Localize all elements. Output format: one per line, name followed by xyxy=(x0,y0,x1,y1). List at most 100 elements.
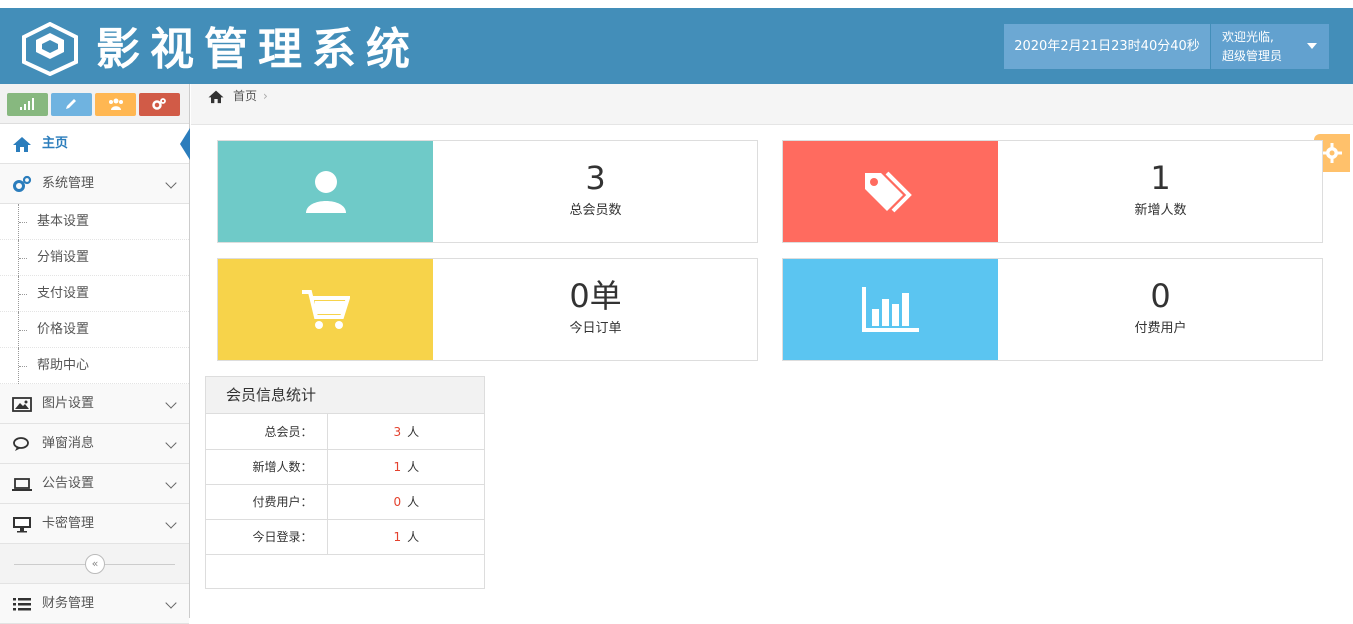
breadcrumb-separator: › xyxy=(263,89,268,103)
cart-icon xyxy=(301,289,350,329)
username: 超级管理员 xyxy=(1222,49,1283,63)
shortcut-users-button[interactable] xyxy=(95,93,136,116)
row-unit: 人 xyxy=(407,424,420,439)
nav-system[interactable]: 系统管理 xyxy=(0,164,189,204)
cogs-icon xyxy=(152,98,166,110)
row-key: 新增人数： xyxy=(206,449,328,485)
shortcut-signal-button[interactable] xyxy=(7,93,48,116)
signal-icon xyxy=(20,98,34,110)
sub-item-help[interactable]: 帮助中心 xyxy=(0,348,189,384)
nav-popup[interactable]: 弹窗消息 xyxy=(0,424,189,464)
collapse-sidebar-button[interactable]: « xyxy=(85,554,105,574)
table-row: 今日登录： 1人 xyxy=(206,519,484,555)
stat-card-new: 1 新增人数 xyxy=(782,140,1323,243)
nav-finance[interactable]: 财务管理 xyxy=(0,584,189,624)
nav-finance-label: 财务管理 xyxy=(42,596,95,611)
row-value: 1 xyxy=(393,530,402,544)
desktop-icon xyxy=(13,517,31,533)
row-value-cell: 0人 xyxy=(327,484,484,520)
row-value: 1 xyxy=(393,460,402,474)
shortcut-bar xyxy=(0,84,189,124)
chevron-down-icon xyxy=(165,177,177,189)
stat-card-orders: 0单 今日订单 xyxy=(217,258,758,361)
panel-title: 会员信息统计 xyxy=(206,377,484,414)
user-menu[interactable]: 欢迎光临, 超级管理员 xyxy=(1211,24,1329,69)
stat-value: 0 xyxy=(1150,277,1171,315)
chevron-down-icon xyxy=(165,477,177,489)
stat-card-paid: 0 付费用户 xyxy=(782,258,1323,361)
comments-icon xyxy=(13,437,29,451)
datetime-display: 2020年2月21日23时40分40秒 xyxy=(1004,24,1210,69)
sub-item-price[interactable]: 价格设置 xyxy=(0,312,189,348)
shortcut-cogs-button[interactable] xyxy=(139,93,180,116)
stats-table: 总会员： 3人 新增人数： 1人 付费用户： 0人 今日登录： 1人 xyxy=(206,414,484,555)
sub-item-payment[interactable]: 支付设置 xyxy=(0,276,189,312)
table-row: 新增人数： 1人 xyxy=(206,449,484,485)
table-row: 付费用户： 0人 xyxy=(206,484,484,520)
stat-card-color xyxy=(218,141,433,242)
stat-label: 今日订单 xyxy=(569,321,622,336)
stat-card-color xyxy=(783,141,998,242)
tags-icon xyxy=(864,171,912,212)
main-content: 首页 › 3 总会员数 1 新增人数 0单 今日订单 0 付费用户 会员信息统计… xyxy=(191,84,1353,618)
nav-notice[interactable]: 公告设置 xyxy=(0,464,189,504)
row-key: 今日登录： xyxy=(206,519,328,555)
member-stats-panel: 会员信息统计 总会员： 3人 新增人数： 1人 付费用户： 0人 今日登录： 1… xyxy=(205,376,485,589)
top-strip xyxy=(0,0,1353,8)
row-value-cell: 1人 xyxy=(327,449,484,485)
nav-popup-label: 弹窗消息 xyxy=(42,436,95,451)
home-icon xyxy=(13,137,31,152)
bar-chart-icon xyxy=(861,286,919,332)
chevron-down-icon xyxy=(165,397,177,409)
stat-card-members: 3 总会员数 xyxy=(217,140,758,243)
app-title: 影视管理系统 xyxy=(96,24,420,75)
row-value: 0 xyxy=(393,495,402,509)
nav-images[interactable]: 图片设置 xyxy=(0,384,189,424)
header: 影视管理系统 2020年2月21日23时40分40秒 欢迎光临, 超级管理员 xyxy=(0,8,1353,84)
row-unit: 人 xyxy=(407,460,420,474)
row-key: 付费用户： xyxy=(206,484,328,520)
row-value: 3 xyxy=(393,424,402,439)
row-unit: 人 xyxy=(407,530,420,544)
table-row: 总会员： 3人 xyxy=(206,414,484,450)
stat-value: 3 xyxy=(585,159,606,197)
sub-item-basic[interactable]: 基本设置 xyxy=(0,204,189,240)
row-value-cell: 3人 xyxy=(327,414,484,450)
user-icon xyxy=(305,170,346,213)
nav-notice-label: 公告设置 xyxy=(42,476,95,491)
logo-icon xyxy=(22,22,78,76)
nav-images-label: 图片设置 xyxy=(42,396,95,411)
shortcut-pencil-button[interactable] xyxy=(51,93,92,116)
nav-system-label: 系统管理 xyxy=(42,176,95,191)
sidebar: 主页 系统管理 基本设置 分销设置 支付设置 价格设置 帮助中心 图片设置 弹窗… xyxy=(0,84,190,624)
nav-home[interactable]: 主页 xyxy=(0,124,190,164)
picture-icon xyxy=(12,397,32,412)
system-submenu: 基本设置 分销设置 支付设置 价格设置 帮助中心 xyxy=(0,204,189,384)
row-key: 总会员： xyxy=(206,414,328,450)
breadcrumb-home-link[interactable]: 首页 xyxy=(233,89,257,103)
row-unit: 人 xyxy=(407,495,420,509)
stat-label: 新增人数 xyxy=(1134,203,1187,218)
chevron-down-icon xyxy=(165,517,177,529)
stat-value: 1 xyxy=(1150,159,1171,197)
nav-home-label: 主页 xyxy=(42,136,69,151)
users-icon xyxy=(109,98,123,110)
stat-card-color xyxy=(783,259,998,360)
pencil-icon xyxy=(66,99,76,109)
home-icon xyxy=(208,90,224,104)
chevron-down-icon xyxy=(165,597,177,609)
breadcrumb: 首页 › xyxy=(191,84,1353,125)
cogs-icon xyxy=(13,175,32,192)
stat-card-color xyxy=(218,259,433,360)
nav-cards[interactable]: 卡密管理 xyxy=(0,504,189,544)
sidebar-collapse: « xyxy=(0,544,189,584)
laptop-icon xyxy=(12,478,32,491)
list-icon xyxy=(13,598,31,611)
chevron-down-icon xyxy=(165,437,177,449)
row-value-cell: 1人 xyxy=(327,519,484,555)
gear-icon xyxy=(1322,143,1342,163)
stat-value: 0单 xyxy=(569,277,622,315)
stat-label: 总会员数 xyxy=(569,203,622,218)
sub-item-distribution[interactable]: 分销设置 xyxy=(0,240,189,276)
stat-label: 付费用户 xyxy=(1134,321,1187,336)
